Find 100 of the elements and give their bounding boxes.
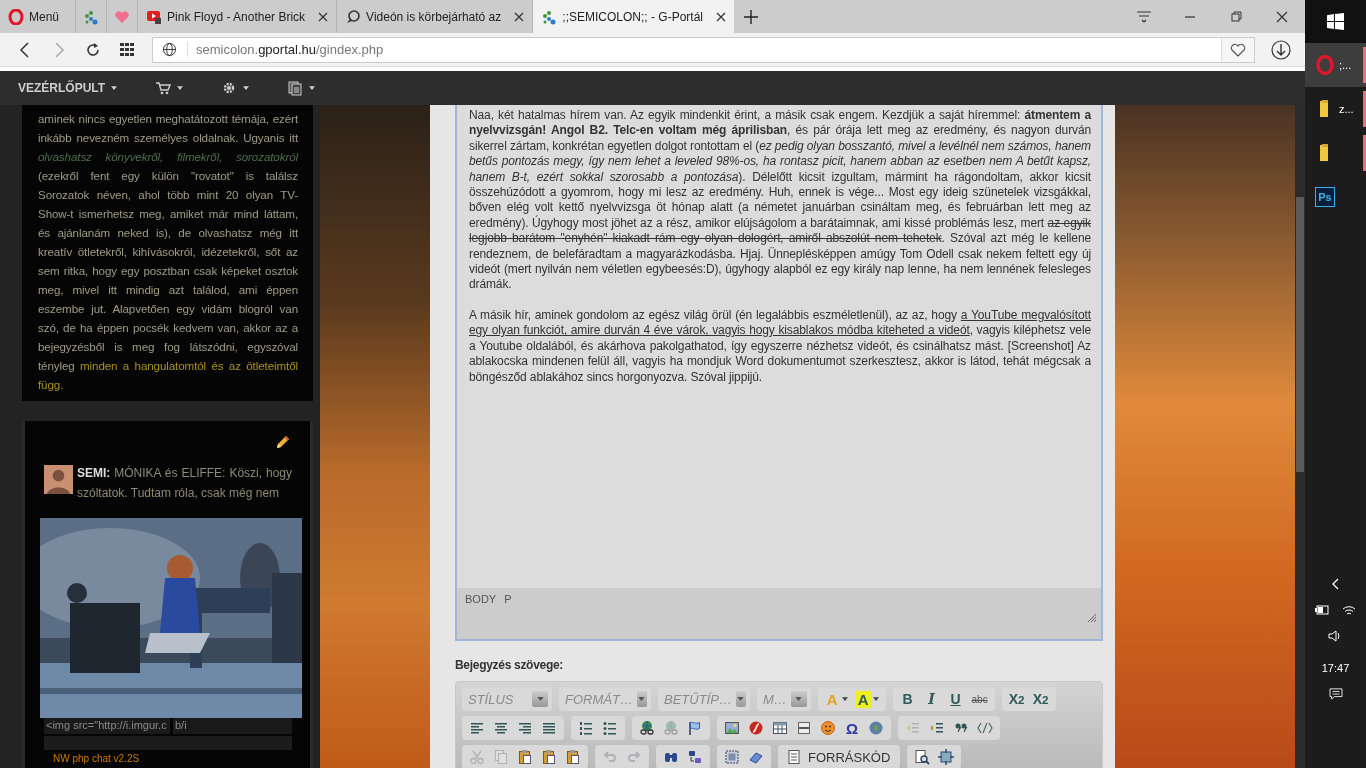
smiley-icon xyxy=(820,720,836,736)
element-path-link[interactable]: BODY xyxy=(465,593,497,605)
clock-text[interactable]: 17:47 xyxy=(1305,662,1366,674)
source-icon xyxy=(786,749,802,765)
color-button[interactable]: A xyxy=(852,688,882,710)
bullet-list-icon xyxy=(602,720,618,736)
paste-icon xyxy=(541,749,557,765)
chat-version-text: NW php chat v2.2S xyxy=(52,753,141,764)
flash-icon xyxy=(748,720,764,736)
notification-icon[interactable] xyxy=(1327,688,1344,700)
div-icon xyxy=(977,720,993,736)
dots-logo-icon xyxy=(541,8,558,25)
caret-icon xyxy=(309,86,316,90)
tab-title: Pink Floyd - Another Brick xyxy=(167,9,306,24)
indent-icon xyxy=(929,720,945,736)
paragraph: Naa, két hatalmas hírem van. Az egyik mindenkit érint, a másik csak engem. Kezdjük a saját híremmel: átmentem a nyelvvizsgán! Angol B2. Telc-en voltam még áprilisban, és pár órája lett meg az eredmény, és nagyon durván sikerrel zártam, konkrétan egyetlen dolgot rontottam el (ez pedig olyan bosszantó, mivel a levélnél nem számos, hanem betűs pontozás megy, így nem lehet a leveled 98%-os, ha rontasz picit, hanem abban az esetben nem A betűt kapsz, hanem B-t, ezért sokkal szorosabb a pontozása). Délelőtt kicsit izgultam, mármint ha rágondoltam, akkor kicsit összehúzódott a gyomrom, hogy mi lesz az eredmény. Huh, ennek is vége... Most egy ideig szünetelek vizsgákkal, bőven elég volt kettő nyelvvizsga öt hónap alatt (a németet januárban csináltam meg, és februárban lett meg az eredmény). Úgyhogy most jöhet az a rész, amikor elújságolom a barátaimnak, ami kissé problémás lesz, mert az egyik legjobb barátom "enyhén" kiakadt rám egy olyan dologért, amiről abszolút nem tehetek. Szóval azt még le kellene rendeznem, de belefáradtam a magyarázkodásba. Hjaj. Ünneplésképpen amúgy Tom Odell csak nekem feltett egy új videót (mert nyilván nem véletlen egybeesés:D), úgyhogy alapból ez egy király nap lenne, ha nem lennének felesleges drámák. xyxy=(469,108,1091,293)
video-play-icon xyxy=(146,8,163,25)
close-icon[interactable] xyxy=(514,11,525,22)
caret-icon xyxy=(638,697,646,701)
replace-icon xyxy=(687,749,703,765)
format-button[interactable]: B xyxy=(896,688,919,710)
address-field[interactable]: semicolon.gportal.hu/gindex.php xyxy=(152,36,1255,63)
redo-icon xyxy=(626,749,642,765)
browser-tab[interactable]: ;;SEMICOLON;; - G-Portál xyxy=(533,0,734,33)
link-icon xyxy=(663,720,679,736)
copy-icon xyxy=(493,749,509,765)
opera-logo-icon xyxy=(1315,55,1335,75)
select-all-icon xyxy=(724,749,740,765)
menu-item[interactable] xyxy=(155,80,184,96)
reload-icon[interactable] xyxy=(85,41,101,58)
windows-logo-icon xyxy=(1327,13,1344,30)
align-center-icon xyxy=(493,720,509,736)
link-icon xyxy=(639,720,655,736)
justify-icon xyxy=(541,720,557,736)
globe-icon xyxy=(868,720,884,736)
taskbar-app[interactable]: ;... xyxy=(1305,43,1366,87)
tab-title: Videón is körbejárható az xyxy=(366,9,502,24)
align-left-icon xyxy=(469,720,485,736)
paste-icon xyxy=(565,749,581,765)
opera-logo-icon xyxy=(8,8,24,25)
download-icon[interactable] xyxy=(1271,39,1291,60)
format-button[interactable]: Ω xyxy=(841,717,863,739)
format-button[interactable]: abc xyxy=(968,688,991,710)
close-icon[interactable] xyxy=(1274,10,1290,23)
format-button[interactable]: I xyxy=(920,688,943,710)
menu-item[interactable]: VEZÉRLŐPULT xyxy=(18,81,118,95)
bookmark-button[interactable] xyxy=(1221,37,1254,62)
documents-icon xyxy=(287,80,304,96)
undo-icon xyxy=(602,749,618,765)
numbered-list-icon xyxy=(578,720,594,736)
speech-bubble-icon xyxy=(345,8,362,25)
input-field[interactable]: b/i xyxy=(173,718,292,734)
caret-icon xyxy=(872,697,879,701)
plus-icon[interactable] xyxy=(744,9,758,24)
taskbar-app[interactable]: Ps xyxy=(1305,175,1366,219)
caret-icon xyxy=(536,697,544,701)
close-icon[interactable] xyxy=(716,11,726,22)
image-icon xyxy=(724,720,740,736)
scrollbar-thumb[interactable] xyxy=(1296,197,1304,472)
speed-dial-icon[interactable] xyxy=(119,41,135,58)
menu-item[interactable] xyxy=(287,80,316,96)
heart-icon xyxy=(114,8,131,25)
close-icon[interactable] xyxy=(318,11,329,22)
source-button[interactable]: FORRÁSKÓD xyxy=(782,746,897,768)
chat-message: SEMI: MÓNIKA és ELIFFE: Köszi, hogy szóltatok. Tudtam róla, csak még nem xyxy=(77,464,292,502)
heart-icon xyxy=(1230,41,1246,58)
tab-title: Menü xyxy=(29,9,60,24)
table-icon xyxy=(772,720,788,736)
caret-icon xyxy=(243,86,250,90)
align-right-icon xyxy=(517,720,533,736)
globe-icon xyxy=(162,42,177,57)
field-label: Bejegyzés szövege: xyxy=(455,658,564,672)
url-text: semicolon.gportal.hu/gindex.php xyxy=(187,42,384,57)
resize-grip-icon[interactable] xyxy=(1087,613,1097,623)
battery-icon[interactable] xyxy=(1314,604,1331,616)
caret-icon xyxy=(841,697,848,701)
cart-icon xyxy=(155,80,172,96)
restore-icon[interactable] xyxy=(1228,10,1244,23)
caret-icon xyxy=(795,697,803,701)
dots-logo-icon xyxy=(83,8,100,25)
preview-icon xyxy=(914,749,931,765)
taskbar-app[interactable]: z... xyxy=(1305,87,1366,131)
caret-icon xyxy=(177,86,184,90)
format-button[interactable]: U xyxy=(944,688,967,710)
cut-icon xyxy=(469,749,485,765)
element-path-link[interactable]: P xyxy=(504,593,512,605)
start-button[interactable] xyxy=(1305,0,1366,43)
intro-paragraph: aminek nincs egyetlen meghatátozott témája, ezért inkább nevezném személyes oldalnak. Ugyanis itt olvashatsz könyvekről, filmekről, sorozatokról (ezekről fent egy külön "rovatot" is találsz Sorozatok néven, ahol több mint 20 olyan TV-Show-t ismerhetsz meg, amiket már mind láttam, és ajánlanám neked is), de olvashatsz még itt kreatív ötletekről, kihívásokról, idézetekről, sőt az sem ritka, hogy egy posztban csak képeket osztok meg, mivel itt mindig azt találod, ami éppen eszembe jut. Alapvetően egy vidám blogról van szó, de ha éppen pocsék kedvem van, akkor az a bejegyzésből is meg fog látszódni, egyszóval tényleg minden a hangulatomtól és az ötleteimtől függ. xyxy=(38,111,298,393)
caret-icon xyxy=(737,697,745,701)
message-field[interactable]: <img src="http://i.imgur.c xyxy=(44,718,170,734)
caret-icon xyxy=(111,86,118,90)
maximize-icon xyxy=(938,749,955,765)
wifi-icon[interactable] xyxy=(1340,604,1357,616)
flag-icon xyxy=(687,720,703,736)
tab-title: ;;SEMICOLON;; - G-Portál xyxy=(562,9,703,24)
paragraph: A másik hír, aminek gondolom az egész világ örül (én legalábbis eszméletlenül), az az, hogy a YouTube megvalósított egy olyan funkciót, amire durván 4 éve várok, vagyis hogy kisablakos módba kiteheted a videót, vagyis kiléphetsz vele a Youtube oldalából, és akárhova pakolgathatod, így egyszerre nézhetsz videót, és csinálhatsz mást. [Screenshot] Az ablakocska mindenen felül áll, vagyis ha mondjuk Word dokumentumot szerkesztesz, akkor is látod, tehát mégcsak a böngésződ ablakához sincs horgonyozva. Szóval jippijú. xyxy=(469,307,1091,385)
avatar xyxy=(44,465,73,494)
pencil-icon[interactable] xyxy=(274,435,290,451)
outdent-icon xyxy=(905,720,921,736)
menu-item[interactable] xyxy=(221,80,250,96)
